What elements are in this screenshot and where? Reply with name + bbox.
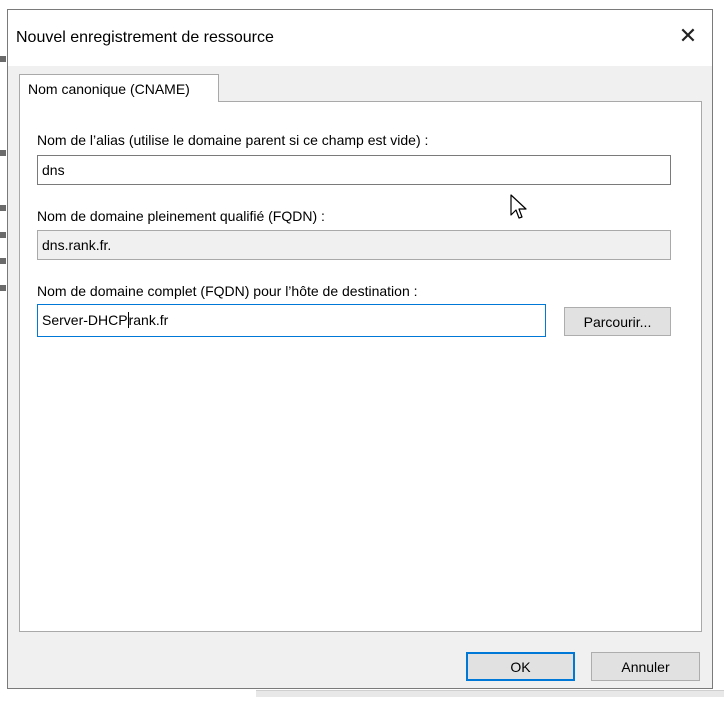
target-host-value-part2: rank.fr bbox=[128, 312, 169, 328]
background-fragment bbox=[0, 205, 6, 211]
ok-button[interactable]: OK bbox=[466, 652, 575, 681]
alias-input-value: dns bbox=[42, 162, 65, 178]
browse-button[interactable]: Parcourir... bbox=[564, 307, 671, 336]
fqdn-field: dns.rank.fr. bbox=[37, 230, 671, 260]
background-fragment bbox=[0, 258, 6, 264]
fqdn-value: dns.rank.fr. bbox=[42, 237, 112, 253]
tab-cname[interactable]: Nom canonique (CNAME) bbox=[19, 74, 219, 102]
fqdn-label: Nom de domaine pleinement qualifié (FQDN… bbox=[37, 208, 325, 224]
mouse-cursor-icon bbox=[510, 194, 527, 219]
cancel-button[interactable]: Annuler bbox=[591, 652, 700, 681]
target-host-input[interactable]: Server-DHCPrank.fr bbox=[37, 304, 546, 337]
target-host-label: Nom de domaine complet (FQDN) pour l’hôt… bbox=[37, 283, 418, 299]
background-fragment bbox=[0, 285, 6, 291]
close-button[interactable]: ✕ bbox=[664, 10, 712, 62]
alias-label: Nom de l’alias (utilise le domaine paren… bbox=[37, 132, 429, 148]
target-host-value-part1: Server-DHCP bbox=[42, 312, 128, 328]
background-fragment bbox=[0, 232, 6, 238]
background-fragment bbox=[0, 56, 6, 62]
background-scrollbar bbox=[256, 690, 724, 697]
background-fragment bbox=[0, 150, 6, 156]
dialog-title: Nouvel enregistrement de ressource bbox=[16, 29, 274, 46]
close-icon: ✕ bbox=[678, 23, 698, 48]
alias-input[interactable]: dns bbox=[37, 155, 671, 185]
tab-panel-cname: Nom de l’alias (utilise le domaine paren… bbox=[19, 101, 702, 632]
new-resource-record-dialog: Nouvel enregistrement de ressource ✕ Nom… bbox=[7, 9, 713, 689]
title-bar: Nouvel enregistrement de ressource ✕ bbox=[8, 10, 712, 66]
